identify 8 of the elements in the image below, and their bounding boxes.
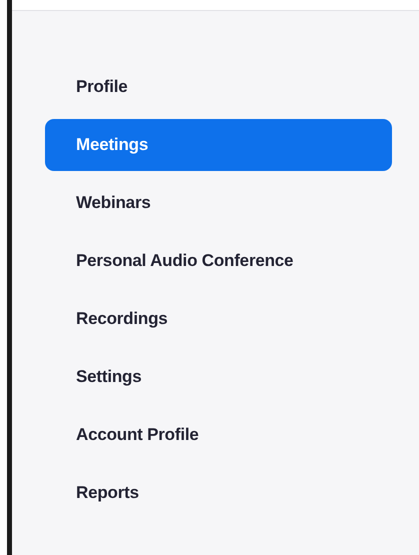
sidebar-item[interactable]: Personal Audio Conference — [45, 235, 392, 287]
sidebar-item[interactable]: Profile — [45, 61, 392, 113]
sidebar-item[interactable]: Webinars — [45, 177, 392, 229]
sidebar-item[interactable]: Account Profile — [45, 409, 392, 461]
sidebar-item[interactable]: Meetings — [45, 119, 392, 171]
sidebar-item[interactable]: Reports — [45, 467, 392, 519]
sidebar-item[interactable]: Recordings — [45, 293, 392, 345]
sidebar-item[interactable]: Settings — [45, 351, 392, 403]
